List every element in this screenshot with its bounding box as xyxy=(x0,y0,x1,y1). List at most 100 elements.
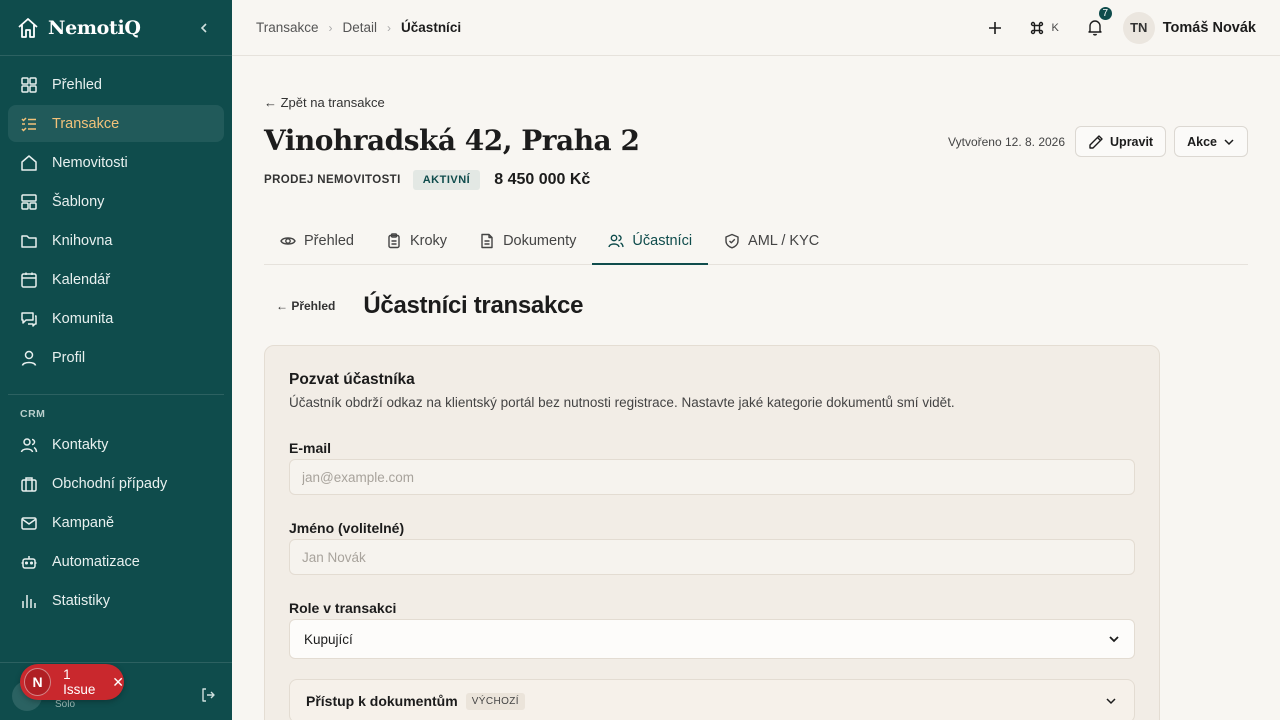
sidebar-item-knihovna[interactable]: Knihovna xyxy=(8,222,224,259)
notification-count: 7 xyxy=(1096,4,1114,22)
role-label: Role v transakci xyxy=(289,600,397,616)
sidebar-item-label: Obchodní případy xyxy=(52,475,168,492)
sidebar-section-crm: CRM xyxy=(20,408,46,420)
sidebar-item-kalendar[interactable]: Kalendář xyxy=(8,261,224,298)
logo-house-icon xyxy=(18,17,38,38)
issue-letter: N xyxy=(24,668,52,696)
document-icon xyxy=(481,233,493,249)
bot-icon xyxy=(21,555,37,569)
sidebar-item-statistiky[interactable]: Statistiky xyxy=(8,582,224,619)
document-access-accordion[interactable]: Přístup k dokumentům VÝCHOZÍ xyxy=(289,679,1135,720)
accordion-title: Přístup k dokumentům xyxy=(306,693,458,709)
clipboard-icon xyxy=(388,233,400,249)
tab-label: AML / KYC xyxy=(748,233,820,249)
sidebar-item-label: Automatizace xyxy=(52,553,140,570)
card-description: Účastník obdrží odkaz na klientský portá… xyxy=(289,395,955,410)
sidebar-item-label: Kontakty xyxy=(52,436,109,453)
tab-prehled[interactable]: Přehled xyxy=(264,218,370,264)
email-label: E-mail xyxy=(289,440,332,456)
chevron-right-icon: › xyxy=(387,20,392,35)
section-title: Účastníci transakce xyxy=(363,292,584,319)
sidebar-item-label: Statistiky xyxy=(52,592,111,609)
sidebar-item-label: Komunita xyxy=(52,310,114,327)
close-icon[interactable]: ✕ xyxy=(112,674,124,691)
eye-icon xyxy=(280,237,296,245)
default-badge: VÝCHOZÍ xyxy=(465,692,525,710)
command-icon xyxy=(1031,21,1044,34)
top-actions: K 7 TN Tomáš Novák xyxy=(979,4,1256,44)
transaction-price: 8 450 000 Kč xyxy=(494,171,591,188)
plan-label: Solo xyxy=(55,699,76,710)
mail-icon xyxy=(21,516,37,530)
tab-label: Přehled xyxy=(304,233,354,249)
sidebar-item-komunita[interactable]: Komunita xyxy=(8,300,224,337)
name-label: Jméno (volitelné) xyxy=(289,520,405,536)
tab-label: Kroky xyxy=(409,233,448,249)
sidebar-item-obchodni-pripady[interactable]: Obchodní případy xyxy=(8,465,224,502)
chevron-right-icon: › xyxy=(328,20,333,35)
sidebar-item-label: Kampaně xyxy=(52,514,115,531)
sidebar-item-label: Nemovitosti xyxy=(52,154,128,171)
name-field[interactable] xyxy=(289,539,1135,575)
tab-bar: Přehled Kroky Dokumenty Účastníci AML / … xyxy=(264,218,1248,265)
sidebar-item-nemovitosti[interactable]: Nemovitosti xyxy=(8,144,224,181)
sidebar-item-kampane[interactable]: Kampaně xyxy=(8,504,224,541)
issue-label: 1 Issue xyxy=(63,667,96,697)
breadcrumb-item[interactable]: Detail xyxy=(343,20,378,35)
issue-pill[interactable]: N 1 Issue ✕ xyxy=(20,664,124,700)
sidebar-item-automatizace[interactable]: Automatizace xyxy=(8,543,224,580)
breadcrumb: Transakce › Detail › Účastníci xyxy=(256,20,461,35)
sidebar-item-prehled[interactable]: Přehled xyxy=(8,66,224,103)
page-title: Vinohradská 42, Praha 2 xyxy=(264,124,640,157)
sidebar-item-sablony[interactable]: Šablony xyxy=(8,183,224,220)
transaction-type: PRODEJ NEMOVITOSTI xyxy=(264,174,401,186)
tab-kroky[interactable]: Kroky xyxy=(370,218,463,264)
plus-icon xyxy=(989,21,1002,34)
sidebar-crm-nav: Kontakty Obchodní případy Kampaně Automa… xyxy=(0,426,232,631)
briefcase-icon xyxy=(21,476,37,492)
sidebar-item-kontakty[interactable]: Kontakty xyxy=(8,426,224,463)
logo[interactable]: NemotiQ xyxy=(16,16,141,40)
actions-dropdown[interactable]: Akce xyxy=(1174,126,1248,157)
sidebar-nav: Přehled Transakce Nemovitosti Šablony Kn… xyxy=(0,56,232,388)
add-button[interactable] xyxy=(979,12,1011,44)
sidebar-item-label: Knihovna xyxy=(52,232,113,249)
back-to-transactions-link[interactable]: ← Zpět na transakce xyxy=(264,95,385,110)
email-group: E-mail xyxy=(289,440,1135,495)
status-badge: AKTIVNÍ xyxy=(412,170,481,190)
sidebar-item-transakce[interactable]: Transakce xyxy=(8,105,224,142)
shortcut-key: K xyxy=(1051,21,1059,34)
edit-button[interactable]: Upravit xyxy=(1075,126,1167,157)
chevron-down-icon xyxy=(1109,636,1119,643)
user-menu[interactable]: TN Tomáš Novák xyxy=(1122,11,1256,44)
tab-dokumenty[interactable]: Dokumenty xyxy=(463,218,592,264)
collapse-sidebar-button[interactable] xyxy=(192,16,216,40)
user-name: Tomáš Novák xyxy=(1162,19,1256,36)
card-title: Pozvat účastníka xyxy=(289,371,415,388)
sidebar: NemotiQ Přehled Transakce Nemovitosti Ša… xyxy=(0,0,232,720)
participants-header: ← Přehled Účastníci transakce xyxy=(264,292,583,320)
users-icon xyxy=(608,234,625,247)
tab-aml-kyc[interactable]: AML / KYC xyxy=(708,218,835,264)
checklist-icon xyxy=(21,116,36,132)
back-to-overview-link[interactable]: ← Přehled xyxy=(276,299,335,313)
tab-label: Dokumenty xyxy=(503,233,577,249)
notifications-button[interactable]: 7 xyxy=(1081,4,1114,42)
command-palette-button[interactable]: K xyxy=(1029,20,1059,36)
email-field[interactable] xyxy=(289,459,1135,495)
created-date: Vytvořeno 12. 8. 2026 xyxy=(948,134,1066,149)
shield-icon xyxy=(725,233,739,249)
dashboard-icon xyxy=(21,76,37,93)
sidebar-item-profil[interactable]: Profil xyxy=(8,339,224,376)
transaction-meta: PRODEJ NEMOVITOSTI AKTIVNÍ 8 450 000 Kč xyxy=(264,170,590,190)
sidebar-item-label: Profil xyxy=(52,349,86,366)
sidebar-item-label: Přehled xyxy=(52,76,102,93)
invite-participant-card: Pozvat účastníka Účastník obdrží odkaz n… xyxy=(264,345,1160,720)
logout-icon[interactable] xyxy=(200,687,216,708)
pencil-icon xyxy=(1089,134,1103,149)
role-select[interactable]: Kupující xyxy=(289,619,1135,659)
sidebar-header: NemotiQ xyxy=(0,0,232,56)
user-icon xyxy=(21,350,37,366)
tab-ucastnici[interactable]: Účastníci xyxy=(592,218,709,265)
breadcrumb-item[interactable]: Transakce xyxy=(256,20,319,35)
